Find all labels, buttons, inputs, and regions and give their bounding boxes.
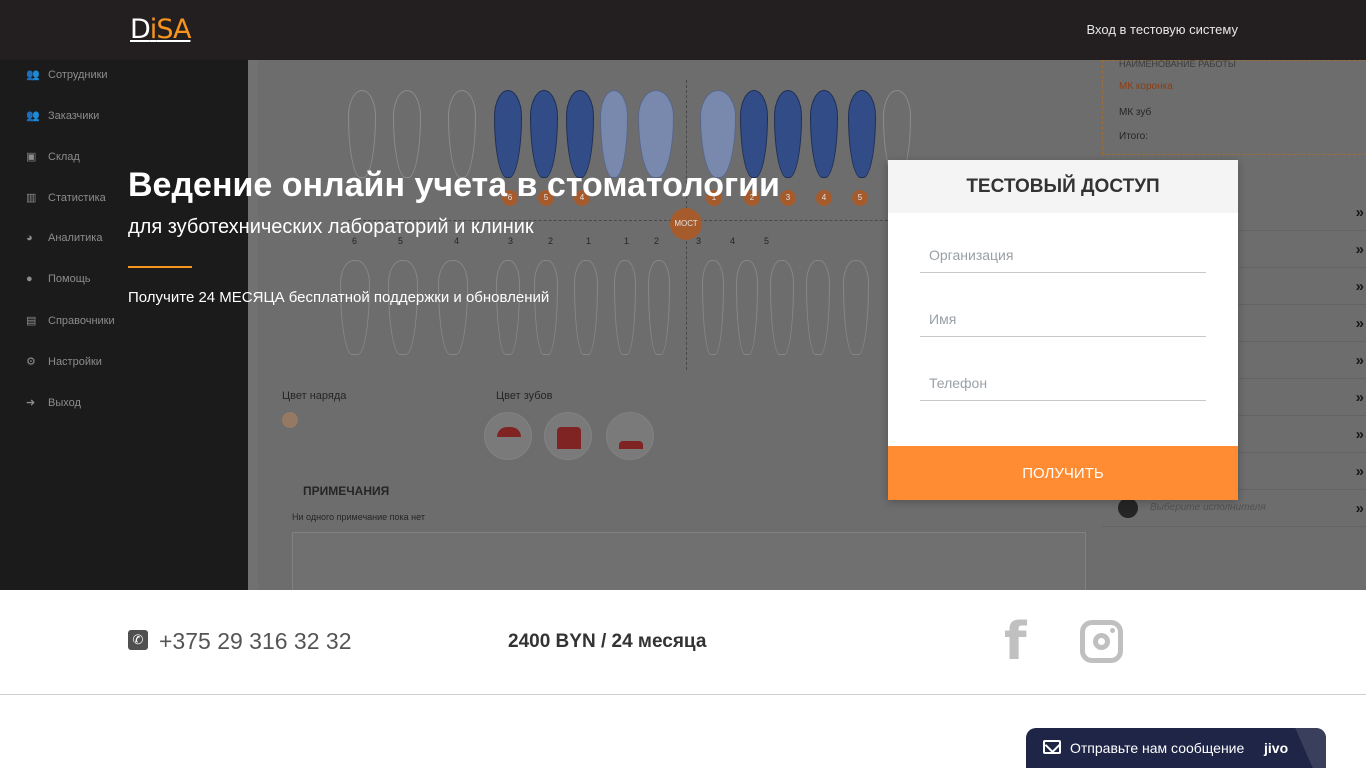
hero-section: 👥 Сотрудники 👥 Заказчики ▣ Склад ▥ Статистик… [0,60,1366,590]
chat-corner [1295,728,1326,768]
top-navbar: DiSA Вход в тестовую систему [0,0,1366,60]
price-text: 2400 BYN / 24 месяца [508,631,707,652]
get-access-button[interactable]: ПОЛУЧИТЬ [888,446,1238,500]
phone-link[interactable]: +375 29 316 32 32 [159,628,352,655]
instagram-icon[interactable] [1080,620,1123,663]
accent-divider [128,266,192,268]
jivo-logo: jivo [1264,740,1289,756]
contact-bar: ✆ +375 29 316 32 32 2400 BYN / 24 месяца… [0,590,1366,695]
hero-subtitle: для зуботехнических лабораторий и клиник [128,216,534,238]
phone-input[interactable] [920,365,1206,401]
test-access-form: ТЕСТОВЫЙ ДОСТУП ПОЛУЧИТЬ [888,160,1238,500]
phone-icon: ✆ [128,630,148,650]
form-title: ТЕСТОВЫЙ ДОСТУП [888,160,1238,213]
logo[interactable]: DiSA [130,14,191,45]
chat-widget[interactable]: Отправьте нам сообщение jivo [1026,728,1326,768]
organization-input[interactable] [920,237,1206,273]
hero-promo: Получите 24 МЕСЯЦА бесплатной поддержки … [128,289,550,306]
facebook-icon[interactable]: f [1004,616,1027,668]
hero-title: Ведение онлайн учета в стоматологии [128,166,780,204]
chat-label: Отправьте нам сообщение [1070,740,1245,756]
envelope-icon [1043,740,1061,754]
name-input[interactable] [920,301,1206,337]
test-login-link[interactable]: Вход в тестовую систему [1087,22,1238,37]
